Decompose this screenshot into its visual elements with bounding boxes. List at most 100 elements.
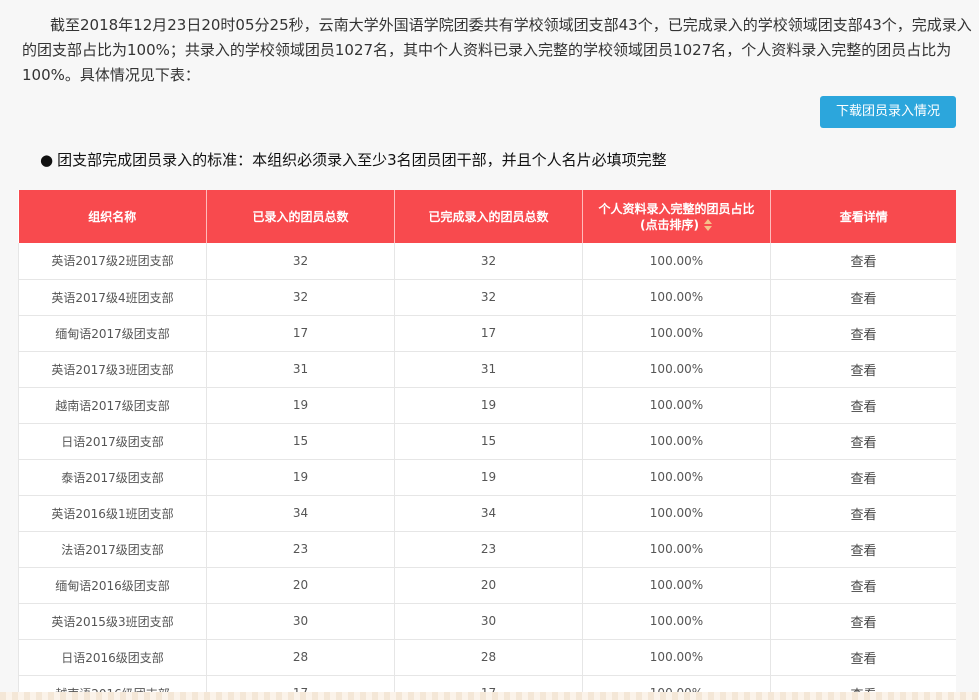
- cell-total: 28: [206, 639, 395, 676]
- table-container[interactable]: 组织名称 已录入的团员总数 已完成录入的团员总数 个人资料录入完整的团员占比 (…: [18, 190, 956, 700]
- cell-ratio: 100.00%: [582, 639, 771, 676]
- view-link[interactable]: 查看: [850, 508, 876, 523]
- cell-complete: 17: [394, 315, 583, 352]
- view-link[interactable]: 查看: [850, 364, 876, 379]
- cell-org-name: 泰语2017级团支部: [18, 459, 207, 496]
- view-link[interactable]: 查看: [850, 652, 876, 667]
- view-link[interactable]: 查看: [850, 400, 876, 415]
- standard-note: ● 团支部完成团员录入的标准：本组织必须录入至少3名团员团干部，并且个人名片必填项…: [40, 148, 667, 172]
- header-ratio-line2: (点击排序): [640, 217, 699, 232]
- cell-complete: 30: [394, 603, 583, 640]
- table-row: 日语2016级团支部 28 28 100.00% 查看: [18, 639, 956, 676]
- table-row: 英语2017级4班团支部 32 32 100.00% 查看: [18, 279, 956, 316]
- cell-org-name: 日语2017级团支部: [18, 423, 207, 460]
- cell-org-name: 日语2016级团支部: [18, 639, 207, 676]
- view-link[interactable]: 查看: [850, 255, 876, 270]
- cell-ratio: 100.00%: [582, 603, 771, 640]
- view-link[interactable]: 查看: [850, 544, 876, 559]
- cell-org-name: 越南语2017级团支部: [18, 387, 207, 424]
- cell-complete: 19: [394, 387, 583, 424]
- cell-org-name: 英语2017级2班团支部: [18, 243, 207, 280]
- cell-detail: 查看: [770, 243, 956, 280]
- header-complete: 已完成录入的团员总数: [394, 190, 583, 243]
- cell-ratio: 100.00%: [582, 567, 771, 604]
- cell-total: 34: [206, 495, 395, 532]
- cell-complete: 15: [394, 423, 583, 460]
- header-ratio-line1: 个人资料录入完整的团员占比: [598, 201, 755, 216]
- cell-complete: 20: [394, 567, 583, 604]
- cell-detail: 查看: [770, 351, 956, 388]
- cell-total: 19: [206, 459, 395, 496]
- download-button[interactable]: 下载团员录入情况: [820, 96, 956, 128]
- cell-complete: 19: [394, 459, 583, 496]
- cell-detail: 查看: [770, 279, 956, 316]
- header-total: 已录入的团员总数: [206, 190, 395, 243]
- header-org-name: 组织名称: [18, 190, 207, 243]
- cell-org-name: 英语2016级1班团支部: [18, 495, 207, 532]
- cell-complete: 31: [394, 351, 583, 388]
- sort-icon[interactable]: [703, 218, 713, 232]
- cell-total: 19: [206, 387, 395, 424]
- cell-detail: 查看: [770, 603, 956, 640]
- cell-org-name: 英语2017级3班团支部: [18, 351, 207, 388]
- table-row: 英语2015级3班团支部 30 30 100.00% 查看: [18, 603, 956, 640]
- cell-ratio: 100.00%: [582, 423, 771, 460]
- cell-ratio: 100.00%: [582, 279, 771, 316]
- view-link[interactable]: 查看: [850, 436, 876, 451]
- cell-detail: 查看: [770, 315, 956, 352]
- cell-detail: 查看: [770, 567, 956, 604]
- cell-detail: 查看: [770, 423, 956, 460]
- view-link[interactable]: 查看: [850, 580, 876, 595]
- cell-total: 15: [206, 423, 395, 460]
- cell-total: 20: [206, 567, 395, 604]
- cell-ratio: 100.00%: [582, 351, 771, 388]
- table-row: 泰语2017级团支部 19 19 100.00% 查看: [18, 459, 956, 496]
- cell-ratio: 100.00%: [582, 459, 771, 496]
- cell-detail: 查看: [770, 531, 956, 568]
- cell-total: 32: [206, 279, 395, 316]
- view-link[interactable]: 查看: [850, 472, 876, 487]
- table-row: 英语2017级3班团支部 31 31 100.00% 查看: [18, 351, 956, 388]
- cell-detail: 查看: [770, 639, 956, 676]
- sort-control[interactable]: (点击排序): [640, 217, 713, 233]
- cell-total: 31: [206, 351, 395, 388]
- header-ratio[interactable]: 个人资料录入完整的团员占比 (点击排序): [582, 190, 771, 243]
- table-row: 缅甸语2017级团支部 17 17 100.00% 查看: [18, 315, 956, 352]
- table-row: 缅甸语2016级团支部 20 20 100.00% 查看: [18, 567, 956, 604]
- cell-ratio: 100.00%: [582, 243, 771, 280]
- table-row: 英语2016级1班团支部 34 34 100.00% 查看: [18, 495, 956, 532]
- cell-ratio: 100.00%: [582, 387, 771, 424]
- cell-detail: 查看: [770, 459, 956, 496]
- cell-complete: 32: [394, 279, 583, 316]
- cell-total: 30: [206, 603, 395, 640]
- cell-complete: 34: [394, 495, 583, 532]
- cell-complete: 32: [394, 243, 583, 280]
- cell-org-name: 缅甸语2017级团支部: [18, 315, 207, 352]
- branch-table: 组织名称 已录入的团员总数 已完成录入的团员总数 个人资料录入完整的团员占比 (…: [18, 190, 956, 700]
- cell-complete: 23: [394, 531, 583, 568]
- view-link[interactable]: 查看: [850, 328, 876, 343]
- cell-org-name: 英语2017级4班团支部: [18, 279, 207, 316]
- view-link[interactable]: 查看: [850, 292, 876, 307]
- cell-total: 17: [206, 315, 395, 352]
- table-row: 英语2017级2班团支部 32 32 100.00% 查看: [18, 243, 956, 280]
- cell-complete: 28: [394, 639, 583, 676]
- cell-total: 23: [206, 531, 395, 568]
- sort-up-icon: [703, 218, 712, 224]
- standard-text: 团支部完成团员录入的标准：本组织必须录入至少3名团员团干部，并且个人名片必填项完…: [57, 151, 667, 169]
- cell-total: 32: [206, 243, 395, 280]
- cell-org-name: 缅甸语2016级团支部: [18, 567, 207, 604]
- cell-ratio: 100.00%: [582, 315, 771, 352]
- cell-org-name: 英语2015级3班团支部: [18, 603, 207, 640]
- table-row: 法语2017级团支部 23 23 100.00% 查看: [18, 531, 956, 568]
- cell-org-name: 法语2017级团支部: [18, 531, 207, 568]
- cell-ratio: 100.00%: [582, 495, 771, 532]
- table-body: 英语2017级2班团支部 32 32 100.00% 查看 英语2017级4班团支部 32 3…: [18, 243, 956, 700]
- cell-detail: 查看: [770, 495, 956, 532]
- sort-down-icon: [703, 225, 712, 231]
- table-row: 越南语2017级团支部 19 19 100.00% 查看: [18, 387, 956, 424]
- summary-text: 截至2018年12月23日20时05分25秒，云南大学外国语学院团委共有学校领域…: [22, 16, 972, 84]
- view-link[interactable]: 查看: [850, 616, 876, 631]
- bottom-decoration: [0, 692, 979, 700]
- header-detail: 查看详情: [770, 190, 956, 243]
